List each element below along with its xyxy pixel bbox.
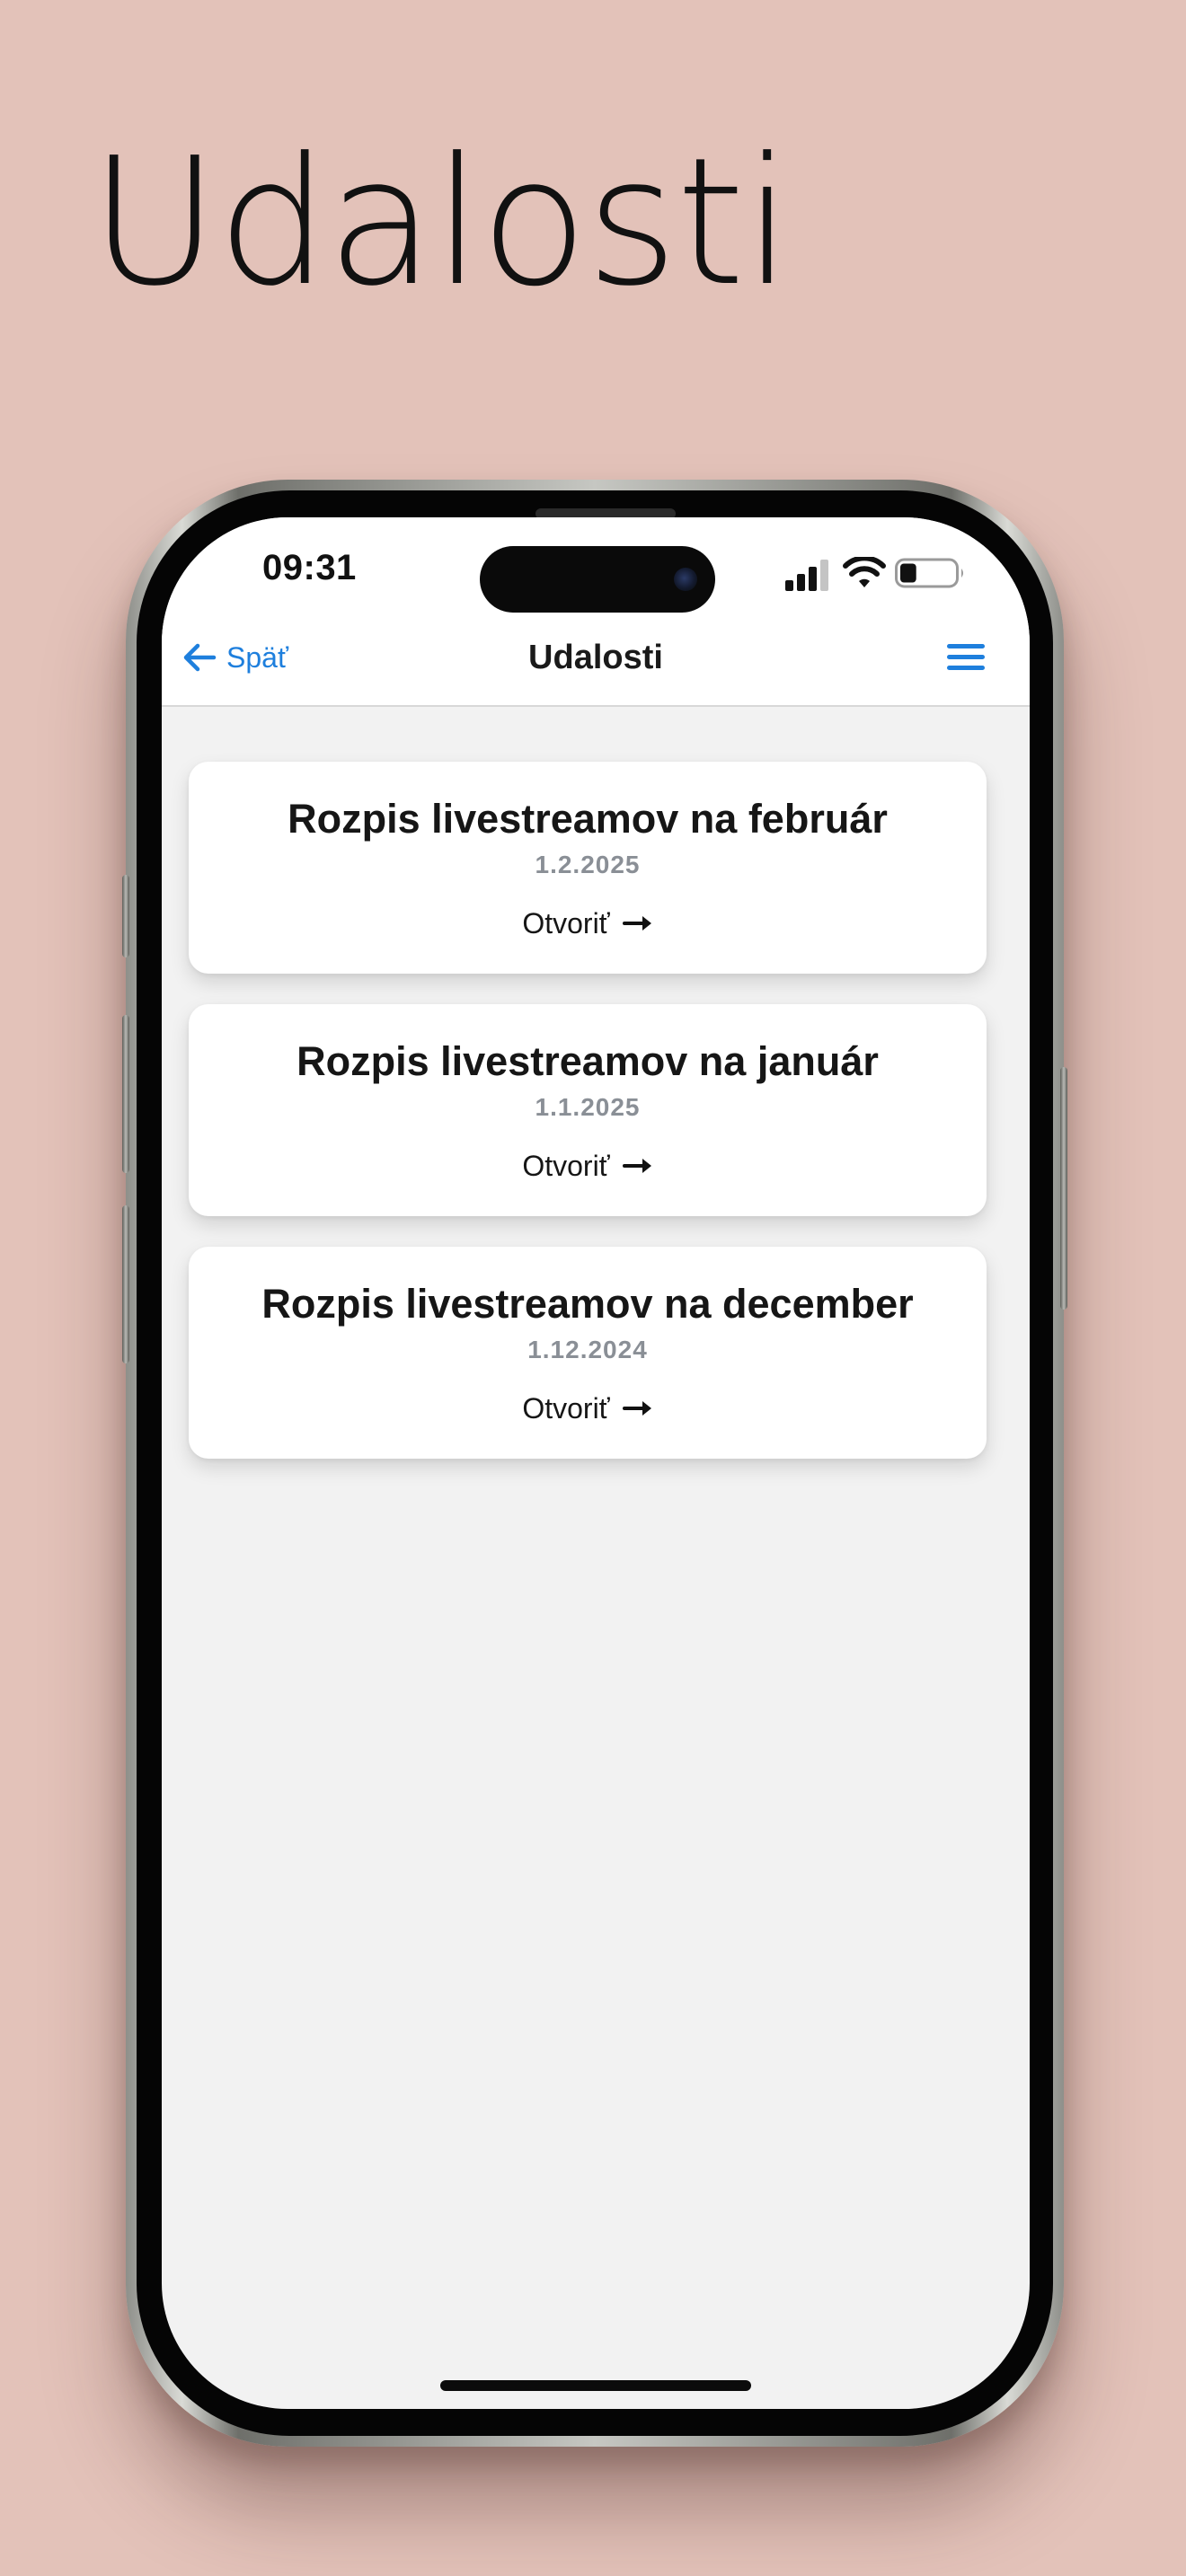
event-title: Rozpis livestreamov na február xyxy=(288,796,888,842)
volume-up-button xyxy=(122,1015,129,1173)
open-event-button[interactable]: Otvoriť xyxy=(189,1390,987,1426)
event-list: Rozpis livestreamov na február 1.2.2025 … xyxy=(189,762,987,1489)
status-time: 09:31 xyxy=(262,548,357,587)
status-icons xyxy=(785,555,965,595)
action-button xyxy=(122,875,129,957)
event-card[interactable]: Rozpis livestreamov na január 1.1.2025 O… xyxy=(189,1004,987,1216)
menu-button[interactable] xyxy=(945,640,988,675)
event-title: Rozpis livestreamov na január xyxy=(296,1038,879,1084)
open-label: Otvoriť xyxy=(522,1392,610,1425)
volume-down-button xyxy=(122,1205,129,1363)
event-card[interactable]: Rozpis livestreamov na február 1.2.2025 … xyxy=(189,762,987,974)
home-indicator[interactable] xyxy=(440,2380,751,2391)
event-date: 1.2.2025 xyxy=(535,851,641,878)
hamburger-menu-icon xyxy=(947,644,985,670)
event-title: Rozpis livestreamov na december xyxy=(261,1281,914,1327)
event-date: 1.1.2025 xyxy=(535,1093,641,1121)
event-date: 1.12.2024 xyxy=(527,1336,648,1363)
arrow-right-icon xyxy=(622,1159,651,1173)
event-card[interactable]: Rozpis livestreamov na december 1.12.202… xyxy=(189,1247,987,1459)
nav-title: Udalosti xyxy=(528,639,663,676)
open-label: Otvoriť xyxy=(522,1150,610,1182)
battery-icon xyxy=(895,558,963,588)
dynamic-island xyxy=(480,546,715,613)
power-button xyxy=(1060,1067,1067,1310)
arrow-right-icon xyxy=(622,916,651,931)
front-camera-icon xyxy=(674,568,697,591)
app-screen: 09:31 Späť Udalosti Rozpis livestreamov … xyxy=(162,517,1030,2409)
wifi-icon xyxy=(843,557,886,587)
hero-title: Udalosti xyxy=(90,120,792,325)
open-event-button[interactable]: Otvoriť xyxy=(189,1148,987,1184)
arrow-right-icon xyxy=(622,1401,651,1416)
top-bar: 09:31 Späť Udalosti xyxy=(162,517,1030,707)
open-event-button[interactable]: Otvoriť xyxy=(189,905,987,941)
cellular-signal-icon xyxy=(785,560,828,591)
open-label: Otvoriť xyxy=(522,907,610,940)
